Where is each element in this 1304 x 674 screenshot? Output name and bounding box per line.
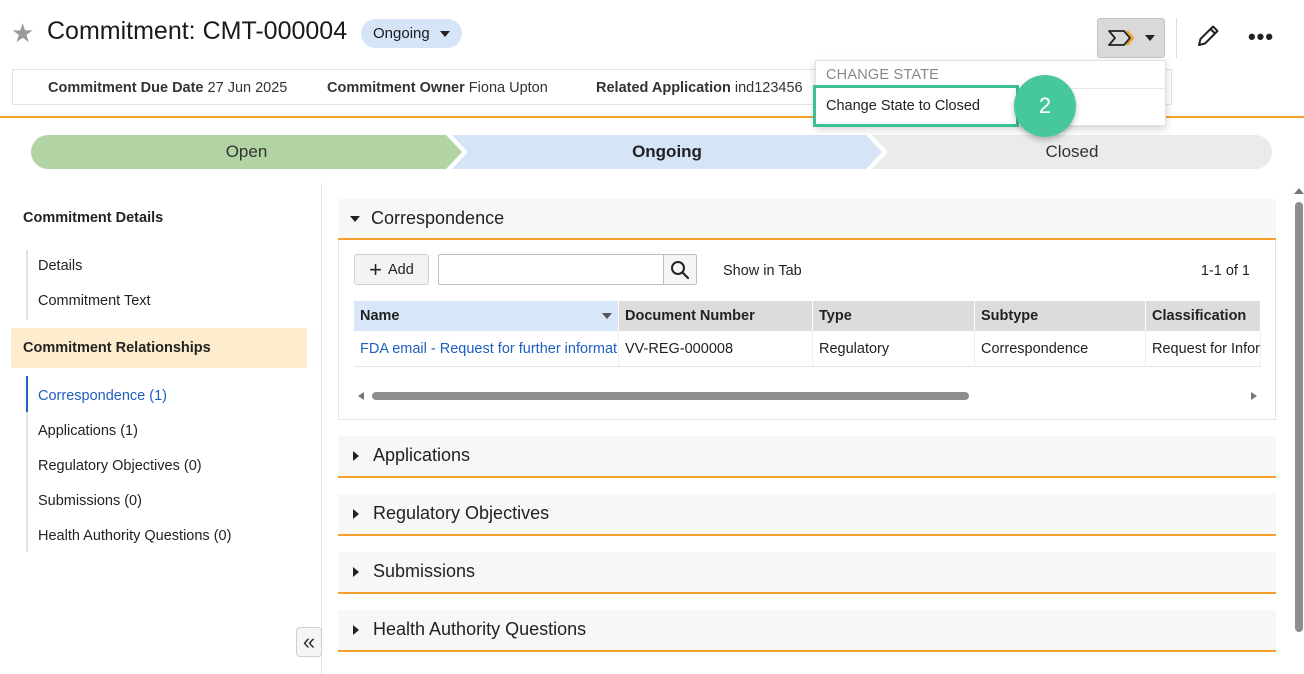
stage-ongoing: Ongoing (632, 142, 702, 161)
workflow-chevrons-icon (1108, 30, 1135, 46)
section-applications-header[interactable]: Applications (338, 436, 1276, 478)
page-title: Commitment: CMT-000004 (47, 17, 348, 45)
favorite-star-icon[interactable]: ★ (11, 20, 37, 46)
section-title: Regulatory Objectives (373, 503, 550, 523)
menu-header: CHANGE STATE (826, 67, 940, 83)
nav-item-applications[interactable]: Applications (1) (38, 423, 138, 439)
key-field-value: 27 Jun 2025 (207, 80, 288, 96)
nav-item-regulatory-objectives[interactable]: Regulatory Objectives (0) (38, 458, 202, 474)
key-field-label: Related Application (596, 80, 731, 96)
key-field-value: Fiona Upton (468, 80, 548, 96)
chevron-down-icon (439, 30, 450, 37)
stage-closed: Closed (1045, 142, 1099, 161)
collapsed-caret-icon (353, 509, 359, 519)
add-button[interactable]: + Add (354, 254, 429, 285)
section-title: Applications (373, 445, 471, 465)
column-header-document-number[interactable]: Document Number (619, 301, 813, 331)
pagination-count: 1-1 of 1 (1200, 263, 1250, 279)
section-regulatory-objectives-header[interactable]: Regulatory Objectives (338, 494, 1276, 536)
key-field-related-application: Related Application ind123456 (596, 80, 803, 96)
table-cell-classification: Request for Information (1146, 331, 1261, 367)
vertical-scrollbar[interactable] (1292, 183, 1304, 674)
section-title: Correspondence (371, 208, 505, 228)
section-health-authority-questions-header[interactable]: Health Authority Questions (338, 610, 1276, 652)
section-correspondence-header[interactable]: Correspondence (338, 199, 1276, 240)
column-header-type[interactable]: Type (813, 301, 975, 331)
collapsed-caret-icon (353, 567, 359, 577)
step-number-badge: 2 (1014, 75, 1076, 137)
correspondence-table: Name Document Number Type Subtype Classi… (354, 301, 1261, 369)
state-badge[interactable]: Ongoing (361, 19, 462, 48)
nav-item-health-authority-questions[interactable]: Health Authority Questions (0) (38, 528, 231, 544)
nav-item-commitment-text[interactable]: Commitment Text (38, 293, 151, 309)
key-field-value[interactable]: ind123456 (735, 80, 803, 96)
nav-group-line (26, 250, 28, 320)
toolbar-divider (1176, 18, 1177, 58)
key-field-owner: Commitment Owner Fiona Upton (327, 80, 548, 96)
double-chevron-left-icon: « (302, 629, 316, 654)
search-icon (671, 260, 690, 279)
section-title: Health Authority Questions (373, 619, 587, 639)
column-header-name[interactable]: Name (354, 301, 619, 331)
nav-section-commitment-details[interactable]: Commitment Details (23, 210, 163, 226)
section-submissions-header[interactable]: Submissions (338, 552, 1276, 594)
collapsed-caret-icon (353, 451, 359, 461)
key-field-label: Commitment Owner (327, 80, 465, 96)
column-header-classification[interactable]: Classification (1146, 301, 1261, 331)
state-badge-label: Ongoing (373, 25, 430, 42)
correspondence-panel: + Add Show in Tab 1-1 of 1 Name Document… (338, 240, 1276, 420)
table-cell-type: Regulatory (813, 331, 975, 367)
plus-icon: + (369, 256, 383, 282)
scroll-right-icon[interactable] (1251, 392, 1257, 400)
nav-active-indicator (26, 376, 28, 412)
collapse-nav-button[interactable]: « (296, 627, 322, 657)
more-actions-icon[interactable]: ••• (1246, 22, 1276, 52)
search-input[interactable] (438, 254, 665, 285)
key-field-label: Commitment Due Date (48, 80, 204, 96)
left-navigation: Commitment Details Details Commitment Te… (0, 183, 322, 674)
section-title: Submissions (373, 561, 476, 581)
nav-section-commitment-relationships[interactable]: Commitment Relationships (23, 340, 211, 356)
show-in-tab-link[interactable]: Show in Tab (723, 263, 802, 279)
table-cell-document-number: VV-REG-000008 (619, 331, 813, 367)
search-button[interactable] (663, 254, 697, 285)
lifecycle-stages: Open Ongoing Closed (31, 135, 1272, 169)
record-header: ★ Commitment: CMT-000004 Ongoing ••• (0, 0, 1304, 66)
table-cell-subtype: Correspondence (975, 331, 1146, 367)
key-field-due-date: Commitment Due Date 27 Jun 2025 (48, 80, 287, 96)
scrollbar-thumb[interactable] (1295, 202, 1303, 632)
column-header-label: Name (360, 308, 400, 324)
table-cell-name-link[interactable]: FDA email - Request for further informat… (354, 331, 619, 367)
chevron-down-icon (1145, 35, 1155, 41)
nav-item-correspondence[interactable]: Correspondence (1) (38, 388, 167, 404)
column-header-subtype[interactable]: Subtype (975, 301, 1146, 331)
horizontal-scrollbar[interactable] (354, 390, 1261, 402)
add-button-label: Add (388, 261, 414, 278)
workflow-actions-button[interactable] (1097, 18, 1165, 58)
sort-caret-icon[interactable] (602, 313, 612, 319)
change-state-menu: CHANGE STATE Change State to Closed (813, 60, 1166, 127)
change-state-to-closed-item[interactable]: Change State to Closed (813, 85, 1019, 127)
expanded-caret-icon (350, 216, 360, 222)
collapsed-caret-icon (353, 625, 359, 635)
nav-item-details[interactable]: Details (38, 258, 82, 274)
nav-item-submissions[interactable]: Submissions (0) (38, 493, 142, 509)
scroll-up-icon[interactable] (1294, 188, 1304, 194)
scroll-left-icon[interactable] (358, 392, 364, 400)
scrollbar-thumb[interactable] (372, 392, 969, 400)
edit-pencil-icon[interactable] (1194, 22, 1222, 50)
stage-open: Open (225, 142, 268, 161)
